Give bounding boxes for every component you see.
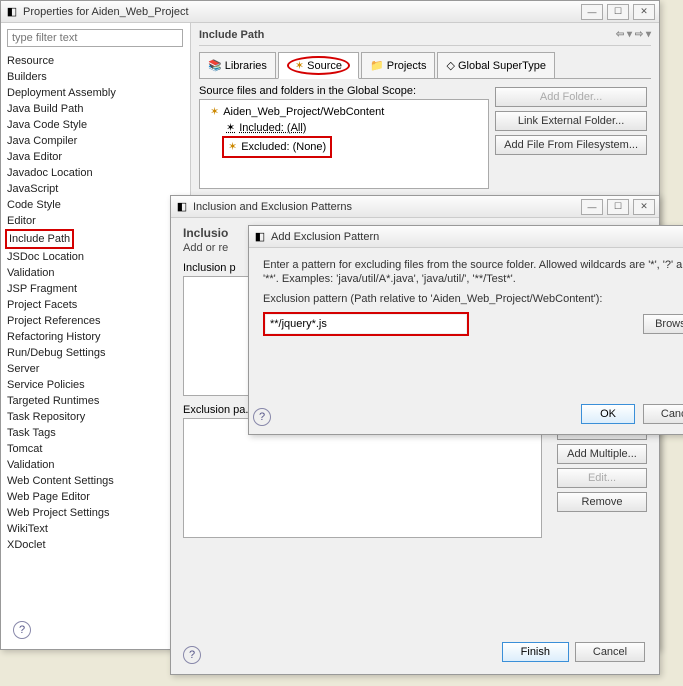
projects-icon: 📁 (370, 59, 384, 72)
help-icon[interactable]: ? (13, 621, 31, 639)
eclipse-icon: ◧ (253, 230, 267, 244)
tree-item-ttags[interactable]: Task Tags (5, 425, 186, 441)
ie-maximize[interactable]: ☐ (607, 199, 629, 215)
nav-arrows[interactable]: ⇦ ▾ ⇨ ▾ (616, 29, 651, 41)
tab-source[interactable]: ✶ Source (278, 52, 359, 79)
tree-item-js-includepath[interactable]: Include Path (5, 229, 74, 249)
ae-titlebar[interactable]: ◧ Add Exclusion Pattern ✕ (249, 226, 683, 248)
filter-input[interactable] (7, 29, 183, 47)
close-button[interactable]: ✕ (633, 4, 655, 20)
exclusion-list[interactable] (183, 418, 542, 538)
titlebar[interactable]: ◧ Properties for Aiden_Web_Project — ☐ ✕ (1, 1, 659, 23)
ae-title: Add Exclusion Pattern (271, 231, 683, 243)
tree-item-server[interactable]: Server (5, 361, 186, 377)
minimize-button[interactable]: — (581, 4, 603, 20)
tree-item-jspfrag[interactable]: JSP Fragment (5, 281, 186, 297)
remove-button[interactable]: Remove (557, 492, 647, 512)
tree-item-js-editor[interactable]: Editor (5, 213, 186, 229)
include-icon: ✶ (226, 120, 235, 136)
ae-help-icon[interactable]: ? (253, 408, 271, 426)
tree-item-validation[interactable]: Validation (5, 457, 186, 473)
tabs: 📚Libraries ✶ Source 📁Projects ◇Global Su… (199, 52, 651, 79)
ae-cancel-button[interactable]: Cancel (643, 404, 683, 424)
browse-button[interactable]: Browse... (643, 314, 683, 334)
tree-item-wps[interactable]: Web Project Settings (5, 505, 186, 521)
tree-item-deploy[interactable]: Deployment Assembly (5, 85, 186, 101)
maximize-button[interactable]: ☐ (607, 4, 629, 20)
tree-item-jeditor[interactable]: Java Editor (5, 149, 186, 165)
tree-item-wcs[interactable]: Web Content Settings (5, 473, 186, 489)
tree-item-wiki[interactable]: WikiText (5, 521, 186, 537)
add-exclusion-window: ◧ Add Exclusion Pattern ✕ Enter a patter… (248, 225, 683, 435)
tree-item-trepo[interactable]: Task Repository (5, 409, 186, 425)
tree-item-javadoc[interactable]: Javadoc Location (5, 165, 186, 181)
ok-button[interactable]: OK (581, 404, 635, 424)
tree-item-rundebug[interactable]: Run/Debug Settings (5, 345, 186, 361)
scope-excluded[interactable]: ✶Excluded: (None) (222, 136, 332, 158)
ae-description: Enter a pattern for excluding files from… (263, 258, 683, 286)
tree-item-jcompiler[interactable]: Java Compiler (5, 133, 186, 149)
tree-item-tomcat[interactable]: Tomcat (5, 441, 186, 457)
add-folder-button[interactable]: Add Folder... (495, 87, 647, 107)
link-external-button[interactable]: Link External Folder... (495, 111, 647, 131)
ie-cancel-button[interactable]: Cancel (575, 642, 645, 662)
tree-item-jcodestyle[interactable]: Java Code Style (5, 117, 186, 133)
ie-help-icon[interactable]: ? (183, 646, 201, 664)
tree-item-resource[interactable]: Resource (5, 53, 186, 69)
scope-tree[interactable]: ✶Aiden_Web_Project/WebContent ✶Included:… (199, 99, 489, 189)
tree-item-trt[interactable]: Targeted Runtimes (5, 393, 186, 409)
scope-root[interactable]: ✶Aiden_Web_Project/WebContent (210, 104, 484, 120)
source-icon: ✶ (295, 60, 304, 72)
tree-item-js-codestyle[interactable]: Code Style (5, 197, 186, 213)
sidebar: Resource Builders Deployment Assembly Ja… (1, 23, 191, 649)
tab-projects[interactable]: 📁Projects (361, 52, 435, 78)
ie-titlebar[interactable]: ◧ Inclusion and Exclusion Patterns — ☐ ✕ (171, 196, 659, 218)
supertype-icon: ◇ (446, 59, 454, 72)
pattern-input[interactable] (266, 315, 466, 333)
window-title: Properties for Aiden_Web_Project (23, 6, 581, 18)
ie-title: Inclusion and Exclusion Patterns (193, 201, 581, 213)
tree-item-wpe[interactable]: Web Page Editor (5, 489, 186, 505)
library-icon: 📚 (208, 59, 222, 72)
add-filesystem-button[interactable]: Add File From Filesystem... (495, 135, 647, 155)
tree-item-javascript[interactable]: JavaScript (5, 181, 186, 197)
exclude-icon: ✶ (228, 139, 237, 155)
ie-minimize[interactable]: — (581, 199, 603, 215)
tree-item-xdoclet[interactable]: XDoclet (5, 537, 186, 553)
add-multiple-button[interactable]: Add Multiple... (557, 444, 647, 464)
tab-libraries[interactable]: 📚Libraries (199, 52, 276, 78)
tree-item-pfacets[interactable]: Project Facets (5, 297, 186, 313)
scope-included[interactable]: ✶Included: (All) (210, 120, 484, 136)
tree-item-js-validation[interactable]: Validation (5, 265, 186, 281)
ae-pattern-label: Exclusion pattern (Path relative to 'Aid… (263, 292, 683, 306)
tab-gst[interactable]: ◇Global SuperType (437, 52, 555, 78)
edit-button[interactable]: Edit... (557, 468, 647, 488)
folder-icon: ✶ (210, 104, 219, 120)
tree-item-refhist[interactable]: Refactoring History (5, 329, 186, 345)
eclipse-icon: ◧ (175, 200, 189, 214)
section-heading: Include Path (199, 29, 264, 41)
tree-item-builders[interactable]: Builders (5, 69, 186, 85)
ie-close[interactable]: ✕ (633, 199, 655, 215)
tree-item-spol[interactable]: Service Policies (5, 377, 186, 393)
tree-item-js-jsdoc[interactable]: JSDoc Location (5, 249, 186, 265)
eclipse-icon: ◧ (5, 5, 19, 19)
tree-item-jbuild[interactable]: Java Build Path (5, 101, 186, 117)
finish-button[interactable]: Finish (502, 642, 569, 662)
tree-item-prefs[interactable]: Project References (5, 313, 186, 329)
